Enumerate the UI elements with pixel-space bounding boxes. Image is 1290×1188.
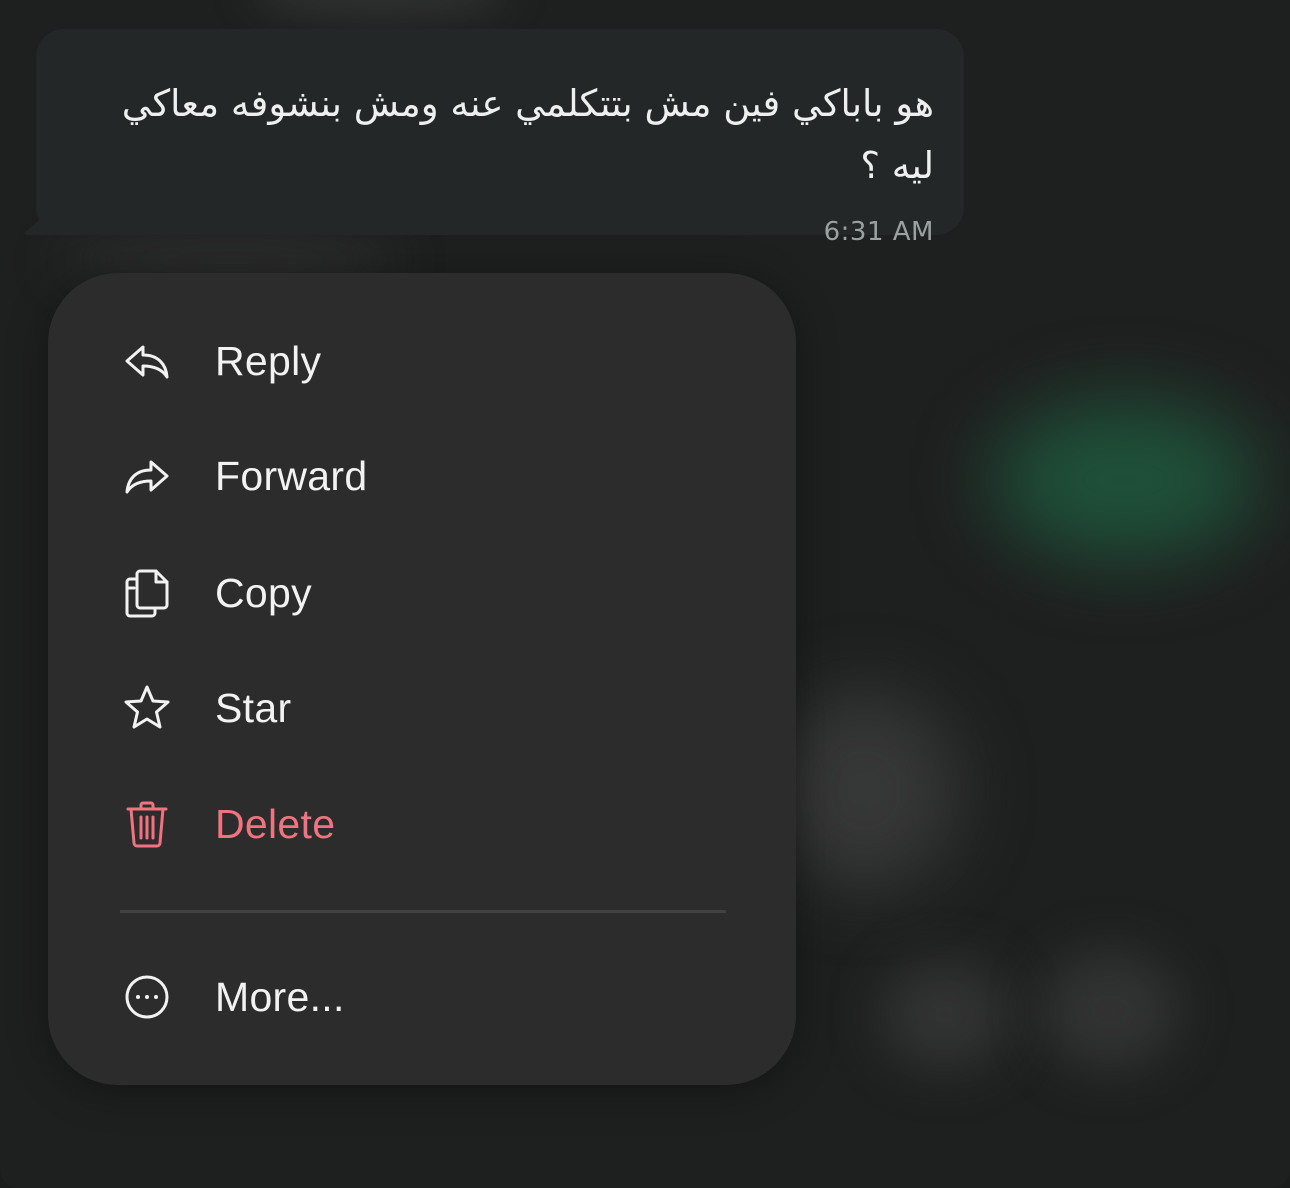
chat-screen: هو باباكي فين مش بتتكلمي عنه ومش بنشوفه … [0, 0, 1290, 1188]
reply-icon [122, 336, 172, 386]
menu-item-label: Delete [215, 801, 336, 847]
menu-divider [120, 910, 726, 913]
trash-icon [122, 799, 172, 849]
menu-item-label: Reply [215, 338, 322, 384]
menu-item-copy[interactable]: Copy [48, 543, 796, 643]
copy-icon [122, 568, 172, 618]
menu-item-label: Forward [215, 453, 368, 499]
message-timestamp: 6:31 AM [823, 217, 934, 247]
message-context-menu: Reply Forward Copy Star Delete More... [48, 273, 796, 1085]
star-icon [122, 683, 172, 733]
menu-item-label: More... [215, 974, 345, 1020]
menu-item-delete[interactable]: Delete [48, 774, 796, 874]
menu-item-reply[interactable]: Reply [48, 311, 796, 411]
more-icon [122, 972, 172, 1022]
menu-item-label: Star [215, 685, 292, 731]
blurred-background [990, 400, 1260, 560]
forward-icon [122, 451, 172, 501]
blurred-background [1040, 950, 1180, 1070]
menu-item-label: Copy [215, 570, 312, 616]
menu-item-more[interactable]: More... [48, 947, 796, 1047]
blurred-background [250, 0, 510, 20]
blurred-background [770, 690, 960, 890]
menu-item-forward[interactable]: Forward [48, 426, 796, 526]
message-text: هو باباكي فين مش بتتكلمي عنه ومش بنشوفه … [121, 82, 934, 187]
menu-item-star[interactable]: Star [48, 658, 796, 758]
message-bubble[interactable]: هو باباكي فين مش بتتكلمي عنه ومش بنشوفه … [36, 29, 964, 247]
blurred-background [880, 960, 1010, 1070]
